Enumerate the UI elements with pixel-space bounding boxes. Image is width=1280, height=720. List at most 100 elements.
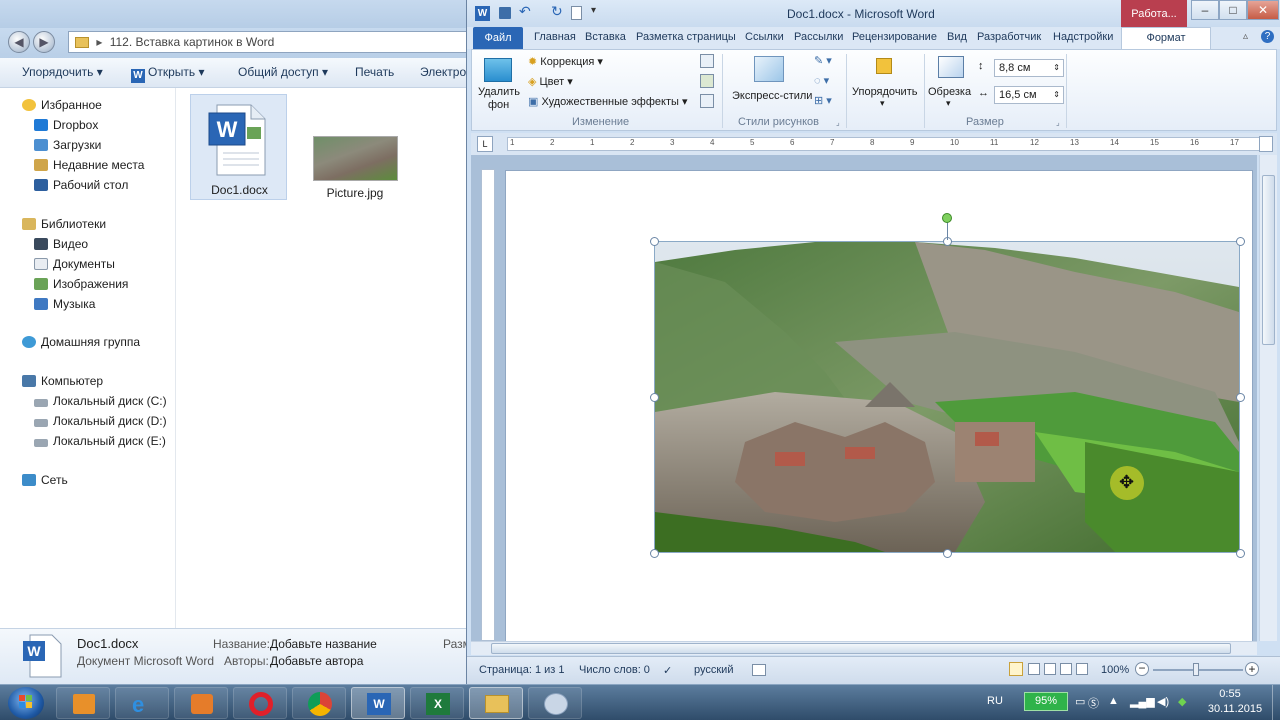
zoom-level[interactable]: 100% [1101, 664, 1129, 676]
nav-libraries[interactable]: Библиотеки [22, 214, 106, 234]
scrollbar-thumb[interactable] [1262, 175, 1275, 345]
volume-icon[interactable]: ◀) [1157, 695, 1169, 708]
language-indicator[interactable]: русский [694, 664, 733, 676]
taskbar-media[interactable] [174, 687, 228, 719]
resize-handle-nw[interactable] [650, 237, 659, 246]
forward-button[interactable]: ▶ [33, 31, 55, 53]
picture-layout-icon[interactable]: ⊞ ▾ [814, 94, 832, 107]
vertical-scrollbar[interactable] [1259, 155, 1277, 641]
zoom-slider-thumb[interactable] [1193, 663, 1199, 676]
clock-time[interactable]: 0:55 [1200, 688, 1260, 700]
outline-icon[interactable] [1060, 663, 1072, 675]
dropbox-tray-icon[interactable]: ◆ [1178, 695, 1186, 708]
show-desktop-button[interactable] [1272, 685, 1280, 720]
print-layout-icon[interactable] [1009, 662, 1023, 676]
nav-drive-d[interactable]: Локальный диск (D:) [34, 411, 167, 431]
draft-icon[interactable] [1076, 663, 1088, 675]
nav-homegroup[interactable]: Домашняя группа [22, 332, 140, 352]
open-button[interactable]: W Открыть ▾ [131, 65, 205, 83]
artistic-effects-button[interactable]: ▣ Художественные эффекты ▾ [528, 95, 687, 108]
file-item-picture[interactable]: Picture.jpg [305, 94, 405, 200]
nav-computer[interactable]: Компьютер [22, 371, 103, 391]
nav-drive-c[interactable]: Локальный диск (C:) [34, 391, 167, 411]
rotation-handle[interactable] [942, 213, 952, 223]
skype-icon[interactable]: Ⓢ [1088, 695, 1099, 711]
help-icon[interactable]: ? [1261, 30, 1274, 43]
nav-downloads[interactable]: Загрузки [34, 135, 101, 155]
tab-home[interactable]: Главная [534, 31, 576, 43]
save-icon[interactable] [499, 7, 511, 19]
tab-insert[interactable]: Вставка [585, 31, 626, 43]
tab-format[interactable]: Формат [1121, 27, 1211, 49]
taskbar-word[interactable]: W [351, 687, 405, 719]
inserted-picture[interactable] [654, 241, 1240, 553]
tab-selector-icon[interactable]: L [477, 136, 493, 152]
remove-background-button[interactable]: Удалить фон [476, 54, 522, 114]
show-hidden-icons[interactable]: ▲ [1108, 695, 1119, 707]
close-button[interactable]: ✕ [1247, 0, 1279, 20]
tab-addins[interactable]: Надстройки [1053, 31, 1113, 43]
dialog-launcher-icon[interactable]: ⌟ [836, 118, 840, 127]
taskbar-excel[interactable]: X [410, 687, 464, 719]
picture-effects-icon[interactable]: ◌ ▾ [814, 74, 829, 87]
taskbar-opera[interactable] [233, 687, 287, 719]
nav-dropbox[interactable]: Dropbox [34, 115, 98, 135]
macro-record-icon[interactable] [752, 664, 766, 676]
crop-button[interactable]: Обрезка ▾ [928, 54, 978, 114]
color-button[interactable]: ◈ Цвет ▾ [528, 75, 573, 88]
battery-indicator[interactable]: 95% [1024, 692, 1068, 711]
view-ruler-icon[interactable] [1259, 136, 1273, 152]
minimize-button[interactable]: – [1191, 0, 1219, 20]
quick-styles-button[interactable]: Экспресс-стили [730, 54, 812, 114]
full-screen-reading-icon[interactable] [1028, 663, 1040, 675]
nav-drive-e[interactable]: Локальный диск (E:) [34, 431, 166, 451]
tab-page-layout[interactable]: Разметка страницы [636, 31, 736, 43]
input-language[interactable]: RU [987, 695, 1003, 707]
organize-button[interactable]: Упорядочить ▾ [22, 65, 103, 79]
tab-mailings[interactable]: Рассылки [794, 31, 843, 43]
undo-icon[interactable]: ↶ [519, 3, 531, 20]
taskbar-ie[interactable]: e [115, 687, 169, 719]
taskbar-outlook[interactable] [56, 687, 110, 719]
battery-icon[interactable]: ▭ [1075, 695, 1085, 708]
resize-handle-s[interactable] [943, 549, 952, 558]
dialog-launcher-icon[interactable]: ⌟ [1056, 118, 1060, 127]
corrections-button[interactable]: ✹ Коррекция ▾ [528, 55, 603, 68]
tab-view[interactable]: Вид [947, 31, 967, 43]
print-button[interactable]: Печать [355, 65, 394, 79]
horizontal-scrollbar[interactable] [471, 641, 1257, 655]
page-counter[interactable]: Страница: 1 из 1 [479, 664, 565, 676]
picture-border-icon[interactable]: ✎ ▾ [814, 54, 832, 67]
vertical-ruler[interactable] [481, 169, 495, 641]
file-item-doc1[interactable]: W Doc1.docx [190, 94, 287, 200]
taskbar-chrome[interactable] [292, 687, 346, 719]
reset-picture-icon[interactable] [700, 94, 714, 108]
compress-pictures-icon[interactable] [700, 54, 714, 68]
address-bar[interactable]: ▸ 112. Вставка картинок в Word [68, 31, 468, 53]
redo-icon[interactable]: ↻ [551, 3, 563, 20]
new-document-icon[interactable] [571, 6, 582, 20]
email-button[interactable]: Электрон [420, 65, 473, 79]
tab-file[interactable]: Файл [473, 27, 523, 49]
taskbar-paint[interactable] [528, 687, 582, 719]
width-spinner[interactable]: 16,5 см ⇕ [994, 86, 1064, 104]
nav-pictures[interactable]: Изображения [34, 274, 128, 294]
scrollbar-thumb[interactable] [491, 643, 1231, 654]
resize-handle-e[interactable] [1236, 393, 1245, 402]
nav-desktop[interactable]: Рабочий стол [34, 175, 128, 195]
start-button[interactable] [8, 687, 44, 719]
nav-network[interactable]: Сеть [22, 470, 68, 490]
maximize-button[interactable]: □ [1219, 0, 1247, 20]
zoom-in-icon[interactable]: + [1245, 662, 1259, 676]
change-picture-icon[interactable] [700, 74, 714, 88]
taskbar-explorer[interactable] [469, 687, 523, 719]
network-signal-icon[interactable]: ▂▄▆ [1130, 695, 1155, 708]
back-button[interactable]: ◀ [8, 31, 30, 53]
tab-developer[interactable]: Разработчик [977, 31, 1041, 43]
resize-handle-sw[interactable] [650, 549, 659, 558]
nav-favorites[interactable]: Избранное [22, 95, 102, 115]
details-title-field[interactable]: Добавьте название [270, 637, 377, 651]
clock-date[interactable]: 30.11.2015 [1200, 703, 1270, 715]
resize-handle-w[interactable] [650, 393, 659, 402]
height-spinner[interactable]: 8,8 см ⇕ [994, 59, 1064, 77]
